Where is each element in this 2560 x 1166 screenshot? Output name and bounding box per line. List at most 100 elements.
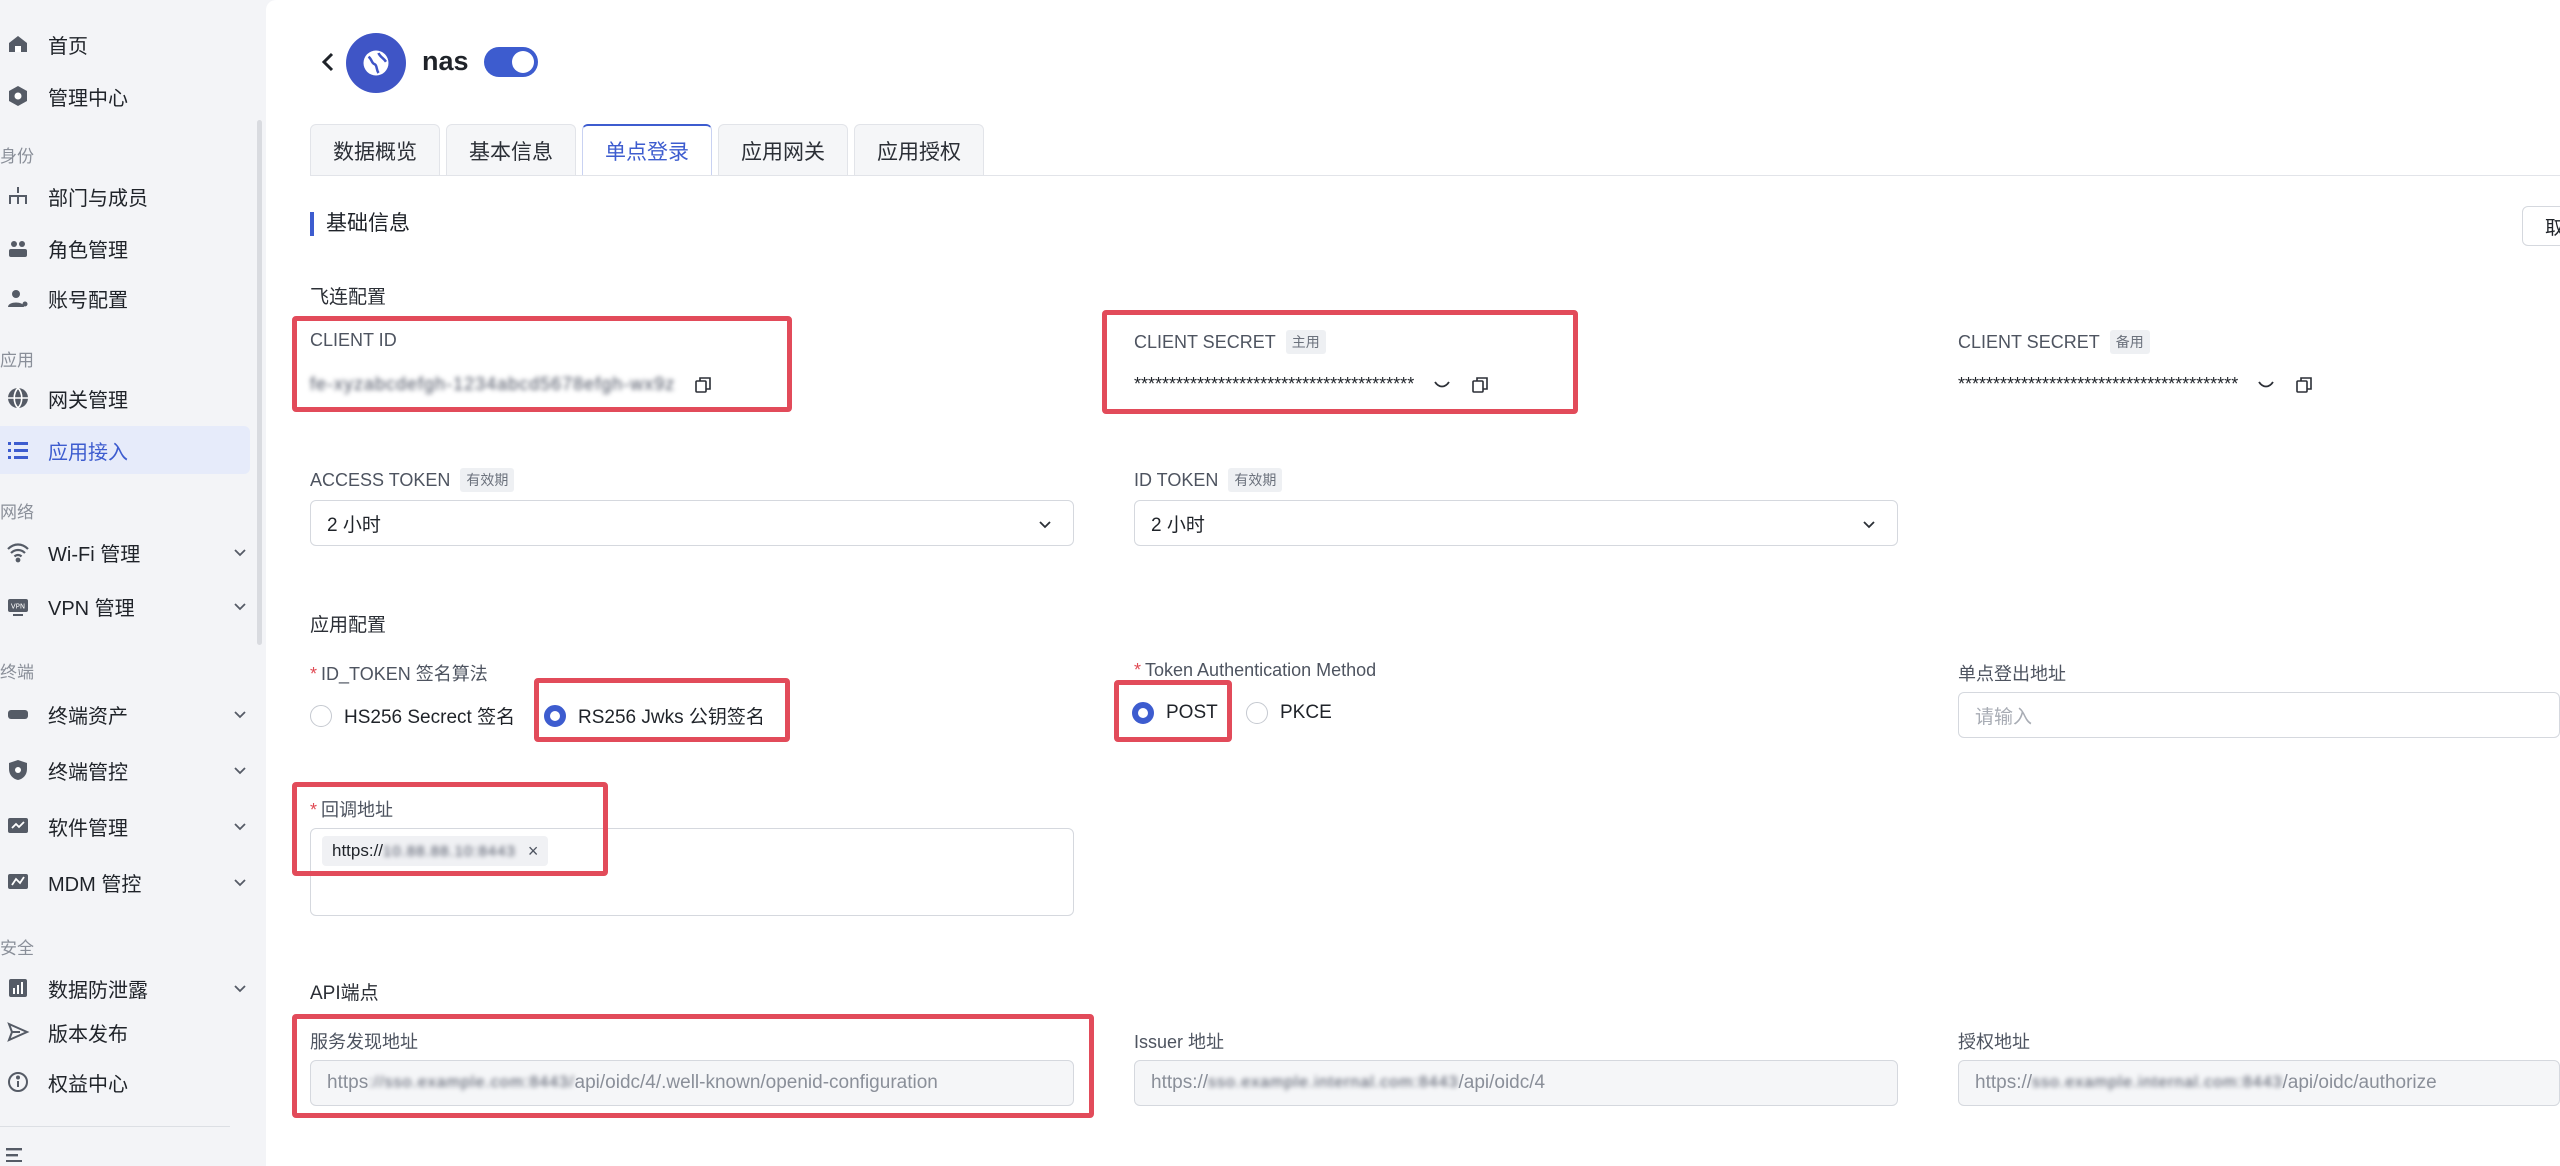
auth-url-host: sso.example.internal.com:8443 — [2032, 1074, 2283, 1091]
device-icon — [4, 700, 32, 728]
required-mark: * — [310, 664, 318, 684]
section-label-terminal: 终端 — [0, 663, 34, 682]
chevron-down-icon — [1859, 514, 1879, 534]
radio-circle — [544, 704, 566, 727]
sidebar-item-release[interactable]: 版本发布 — [0, 1008, 250, 1056]
client-secret-label-text: CLIENT SECRET — [1134, 331, 1276, 352]
sidebar-item-mdm[interactable]: MDM 管控 — [0, 858, 250, 906]
eye-closed-icon[interactable] — [1432, 375, 1452, 395]
sidebar-item-terminal-control[interactable]: 终端管控 — [0, 746, 250, 794]
auth-url-label-text: 授权地址 — [1958, 1032, 2030, 1052]
tab-basic-info[interactable]: 基本信息 — [446, 124, 576, 176]
chevron-down-icon — [230, 760, 250, 780]
callback-url-label: * 回调地址 — [310, 796, 393, 822]
sign-alg-label: * ID_TOKEN 签名算法 — [310, 660, 488, 686]
section-label-security: 安全 — [0, 939, 34, 958]
tab-app-authorization[interactable]: 应用授权 — [854, 124, 984, 176]
issuer-url-host: sso.example.internal.com:8443 — [1208, 1074, 1459, 1091]
list-icon — [4, 436, 32, 464]
account-config-icon — [4, 284, 32, 312]
back-button[interactable] — [316, 48, 340, 76]
client-id-label-text: CLIENT ID — [310, 330, 397, 350]
callback-tag-host: 10.88.88.10:8443 — [383, 842, 516, 860]
sidebar-item-label: 终端管控 — [48, 761, 128, 784]
software-icon — [4, 812, 32, 840]
sidebar-item-app-access[interactable]: 应用接入 — [0, 426, 250, 474]
client-id-label: CLIENT ID — [310, 330, 397, 351]
copy-icon[interactable] — [1470, 375, 1490, 395]
access-token-value: 2 小时 — [327, 514, 381, 536]
app-avatar — [346, 33, 406, 93]
discovery-url-prefix: https — [327, 1072, 369, 1093]
app-config-title: 应用配置 — [310, 615, 387, 636]
radio-circle — [1246, 702, 1268, 724]
cancel-button[interactable]: 取 — [2522, 206, 2560, 246]
section-label-identity: 身份 — [0, 147, 34, 166]
sidebar-item-terminal-assets[interactable]: 终端资产 — [0, 690, 250, 738]
sidebar-item-label: 数据防泄露 — [48, 979, 148, 1002]
discovery-url-label-text: 服务发现地址 — [310, 1032, 418, 1052]
sidebar-item-label: 权益中心 — [48, 1073, 128, 1096]
id-token-value: 2 小时 — [1151, 514, 1205, 536]
access-token-select[interactable]: 2 小时 — [310, 500, 1074, 546]
sidebar-item-label: 网关管理 — [48, 389, 128, 412]
collapse-menu-icon[interactable] — [6, 1146, 26, 1166]
client-id-value-row: fe-xyzabcdefgh-1234abcd5678efgh-wx9z — [310, 374, 713, 395]
sidebar-item-vpn[interactable]: VPN VPN 管理 — [0, 582, 250, 630]
roles-icon — [4, 234, 32, 262]
logout-url-input[interactable]: 请输入 — [1958, 692, 2560, 738]
copy-icon[interactable] — [2294, 375, 2314, 395]
auth-method-label-text: Token Authentication Method — [1145, 660, 1377, 680]
globe-icon — [4, 384, 32, 412]
sidebar-item-label: Wi-Fi 管理 — [48, 543, 141, 566]
sidebar-item-account-config[interactable]: 账号配置 — [0, 274, 250, 322]
tab-app-gateway[interactable]: 应用网关 — [718, 124, 848, 176]
radio-hs256[interactable]: HS256 Secrect 签名 — [310, 702, 515, 729]
discovery-url-label: 服务发现地址 — [310, 1028, 418, 1054]
section-title: 基础信息 — [310, 212, 410, 236]
issuer-url-prefix: https:// — [1151, 1072, 1209, 1093]
logout-url-label-text: 单点登出地址 — [1958, 664, 2066, 684]
issuer-url-label: Issuer 地址 — [1134, 1028, 1224, 1054]
sidebar-item-benefits[interactable]: 权益中心 — [0, 1058, 250, 1106]
admin-center-icon — [4, 82, 32, 110]
sidebar-item-org[interactable]: 部门与成员 — [0, 172, 250, 220]
copy-icon[interactable] — [693, 375, 713, 395]
sidebar-item-software[interactable]: 软件管理 — [0, 802, 250, 850]
sidebar-scrollbar[interactable] — [257, 120, 262, 645]
sidebar-item-dlp[interactable]: 数据防泄露 — [0, 964, 250, 1012]
id-token-label: ID TOKEN 有效期 — [1134, 468, 1283, 492]
discovery-url-host: ://sso.example.com:8443/ — [368, 1074, 575, 1091]
sidebar-item-roles[interactable]: 角色管理 — [0, 224, 250, 272]
auth-url-field[interactable]: https:// sso.example.internal.com:8443 /… — [1958, 1060, 2560, 1106]
id-token-select[interactable]: 2 小时 — [1134, 500, 1898, 546]
tab-sso[interactable]: 单点登录 — [582, 124, 712, 176]
app-enabled-toggle[interactable] — [484, 47, 538, 77]
client-secret-value-row: **************************************** — [1134, 374, 1490, 395]
issuer-url-field[interactable]: https:// sso.example.internal.com:8443 /… — [1134, 1060, 1898, 1106]
radio-pkce[interactable]: PKCE — [1246, 702, 1332, 724]
sidebar-item-label: VPN 管理 — [48, 597, 135, 620]
close-icon[interactable]: × — [528, 841, 539, 862]
sidebar-item-admin-center[interactable]: 管理中心 — [0, 72, 250, 120]
discovery-url-path: api/oidc/4/.well-known/openid-configurat… — [574, 1072, 938, 1093]
discovery-url-field[interactable]: https ://sso.example.com:8443/ api/oidc/… — [310, 1060, 1074, 1106]
chevron-down-icon — [230, 816, 250, 836]
dlp-icon — [4, 974, 32, 1002]
chevron-down-icon — [230, 704, 250, 724]
client-secret-backup-label: CLIENT SECRET 备用 — [1958, 330, 2150, 354]
eye-closed-icon[interactable] — [2256, 375, 2276, 395]
tab-overview[interactable]: 数据概览 — [310, 124, 440, 176]
sidebar-item-gateway[interactable]: 网关管理 — [0, 374, 250, 422]
access-token-label: ACCESS TOKEN 有效期 — [310, 468, 515, 492]
sidebar-item-label: 角色管理 — [48, 239, 128, 262]
api-endpoint-title: API端点 — [310, 983, 379, 1004]
radio-rs256[interactable]: RS256 Jwks 公钥签名 — [544, 702, 765, 729]
client-secret-backup-value: **************************************** — [1958, 374, 2239, 394]
logout-url-placeholder: 请输入 — [1975, 706, 2033, 728]
sign-alg-label-text: ID_TOKEN 签名算法 — [321, 664, 488, 684]
mdm-icon — [4, 868, 32, 896]
sidebar-item-home[interactable]: 首页 — [0, 20, 250, 68]
sidebar-item-wifi[interactable]: Wi-Fi 管理 — [0, 528, 250, 576]
radio-post[interactable]: POST — [1132, 702, 1218, 724]
